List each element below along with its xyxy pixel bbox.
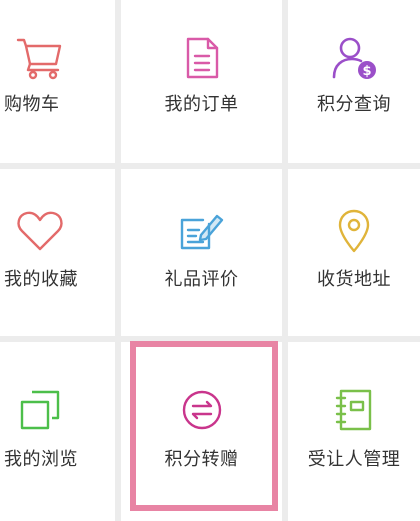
transfer-icon — [176, 384, 228, 436]
layers-icon — [14, 384, 66, 436]
menu-item-points-query[interactable]: $ 积分查询 — [288, 0, 420, 163]
edit-icon — [176, 205, 228, 257]
user-points-icon: $ — [328, 32, 380, 84]
menu-grid: 购物车 我的订单 $ 积分查询 我的收藏 礼品评价 收货地址 我的浏览 积分转赠… — [0, 0, 420, 521]
location-pin-icon — [328, 205, 380, 257]
shopping-cart-icon — [14, 32, 66, 84]
menu-item-label: 购物车 — [4, 94, 60, 115]
menu-item-label: 积分转赠 — [164, 449, 239, 470]
menu-item-label: 收货地址 — [317, 269, 391, 290]
svg-text:$: $ — [362, 64, 371, 79]
document-icon — [176, 32, 228, 84]
menu-item-address[interactable]: 收货地址 — [288, 169, 420, 336]
menu-item-favorites[interactable]: 我的收藏 — [0, 169, 115, 336]
menu-item-recipient-management[interactable]: 受让人管理 — [288, 342, 420, 521]
heart-icon — [14, 205, 66, 257]
menu-item-gift-review[interactable]: 礼品评价 — [121, 169, 282, 336]
menu-item-cart[interactable]: 购物车 — [0, 0, 115, 163]
menu-item-label: 受让人管理 — [307, 449, 401, 470]
menu-item-label: 我的订单 — [164, 94, 239, 115]
menu-item-points-transfer[interactable]: 积分转赠 — [121, 342, 282, 521]
menu-item-browse-history[interactable]: 我的浏览 — [0, 342, 115, 521]
menu-item-label: 我的浏览 — [4, 449, 78, 470]
menu-item-label: 积分查询 — [317, 94, 391, 115]
notebook-icon — [328, 384, 380, 436]
menu-item-label: 礼品评价 — [164, 269, 239, 290]
menu-item-label: 我的收藏 — [4, 269, 78, 290]
menu-item-orders[interactable]: 我的订单 — [121, 0, 282, 163]
